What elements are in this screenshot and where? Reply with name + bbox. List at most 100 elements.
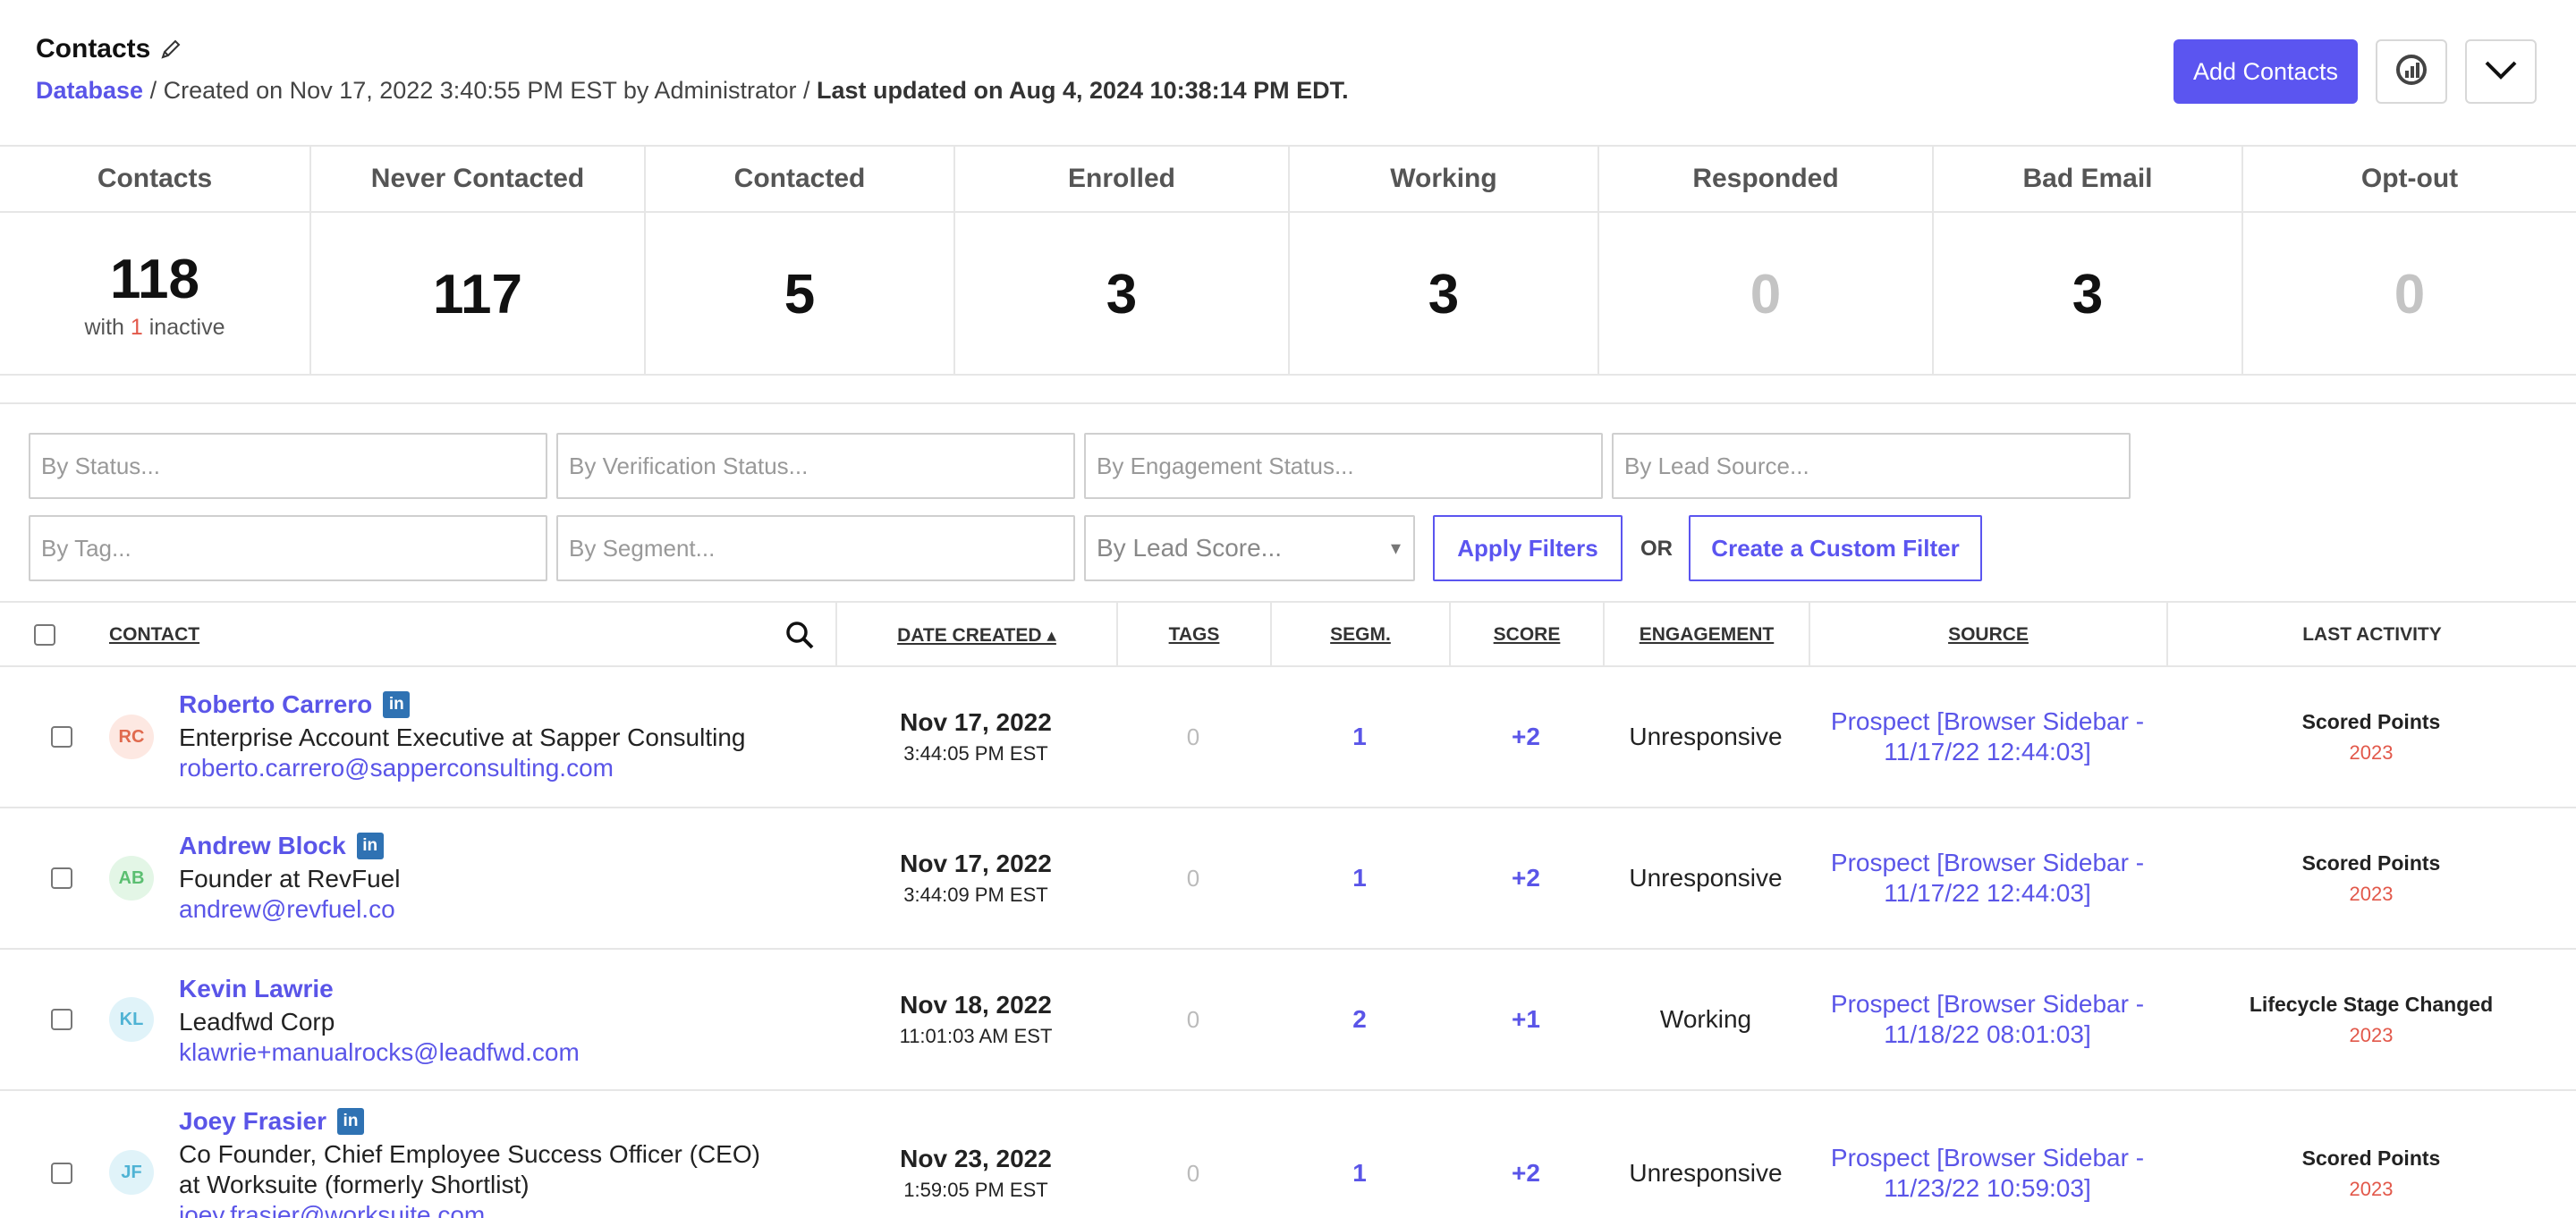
source-link[interactable]: Prospect [Browser Sidebar - 11/23/22 10:… — [1818, 1091, 2157, 1218]
column-header-source[interactable]: SOURCE — [1809, 603, 2166, 667]
stat-enrolled[interactable]: Enrolled 3 — [953, 147, 1288, 376]
tags-count: 0 — [1186, 723, 1200, 750]
pencil-icon[interactable] — [159, 38, 182, 61]
linkedin-icon[interactable]: in — [337, 1108, 364, 1135]
page-header: Contacts Database / Created on Nov 17, 2… — [0, 0, 2576, 145]
row-checkbox[interactable] — [51, 1163, 72, 1184]
linkedin-icon[interactable]: in — [383, 691, 411, 718]
table-row[interactable]: KL Kevin Lawrie Leadfwd Corp klawrie+man… — [0, 950, 2576, 1091]
contact-name-link[interactable]: Roberto Carrero — [179, 690, 372, 719]
engagement-filter-input[interactable]: By Engagement Status... — [1084, 433, 1603, 499]
stat-value: 118 — [109, 249, 200, 310]
avatar: RC — [109, 715, 154, 759]
stats-button[interactable] — [2376, 39, 2447, 104]
contact-title: Enterprise Account Executive at Sapper C… — [179, 723, 746, 751]
apply-filters-button[interactable]: Apply Filters — [1433, 515, 1623, 581]
stat-label: Working — [1290, 147, 1597, 213]
lead-score-select[interactable]: By Lead Score... — [1084, 515, 1415, 581]
search-icon[interactable] — [784, 619, 816, 656]
engagement-status: Working — [1659, 1005, 1752, 1033]
segments-count-link[interactable]: 2 — [1270, 950, 1449, 1089]
stat-never-contacted[interactable]: Never Contacted 117 — [309, 147, 644, 376]
stat-value: 3 — [1428, 263, 1460, 326]
score-link[interactable]: +2 — [1449, 808, 1603, 948]
stat-working[interactable]: Working 3 — [1288, 147, 1597, 376]
breadcrumb-database-link[interactable]: Database — [36, 77, 143, 104]
lead-source-filter-input[interactable]: By Lead Source... — [1612, 433, 2131, 499]
source-link[interactable]: Prospect [Browser Sidebar - 11/18/22 08:… — [1818, 950, 2157, 1089]
column-contact-label: CONTACT — [109, 624, 200, 645]
stat-opt-out[interactable]: Opt-out 0 — [2241, 147, 2576, 376]
date-created-time: 3:44:05 PM EST — [903, 742, 1048, 765]
engagement-status: Unresponsive — [1629, 1159, 1783, 1187]
avatar: JF — [109, 1150, 154, 1195]
contact-email-link[interactable]: joey.frasier@worksuite.com — [179, 1200, 805, 1218]
column-header-engagement[interactable]: ENGAGEMENT — [1603, 603, 1809, 667]
contact-email-link[interactable]: klawrie+manualrocks@leadfwd.com — [179, 1037, 805, 1068]
more-actions-dropdown[interactable] — [2465, 39, 2537, 104]
avatar: AB — [109, 856, 154, 901]
score-link[interactable]: +2 — [1449, 1091, 1603, 1218]
contact-info: Kevin Lawrie Leadfwd Corp klawrie+manual… — [179, 975, 805, 1068]
column-header-date-created[interactable]: DATE CREATED ▴ — [835, 603, 1116, 667]
add-contacts-button[interactable]: Add Contacts — [2174, 39, 2358, 104]
last-activity-cell: Lifecycle Stage Changed 2023 — [2166, 950, 2576, 1089]
stat-responded[interactable]: Responded 0 — [1597, 147, 1932, 376]
verification-filter-input[interactable]: By Verification Status... — [556, 433, 1075, 499]
contact-email-link[interactable]: andrew@revfuel.co — [179, 894, 805, 925]
stat-contacted[interactable]: Contacted 5 — [644, 147, 953, 376]
contact-name-link[interactable]: Kevin Lawrie — [179, 975, 334, 1003]
page-title: Contacts — [36, 34, 182, 64]
column-header-segm[interactable]: SEGM. — [1270, 603, 1449, 667]
stat-label: Contacted — [646, 147, 953, 213]
contact-info: Joey Frasier in Co Founder, Chief Employe… — [179, 1107, 805, 1218]
chart-gauge-icon — [2394, 53, 2428, 91]
stat-value: 0 — [2394, 263, 2426, 326]
tag-filter-input[interactable]: By Tag... — [29, 515, 547, 581]
tags-count: 0 — [1186, 1005, 1200, 1033]
filter-panel: By Status... By Verification Status... B… — [0, 402, 2576, 601]
date-created-time: 1:59:05 PM EST — [903, 1179, 1048, 1201]
contact-name-link[interactable]: Joey Frasier — [179, 1107, 326, 1136]
score-link[interactable]: +2 — [1449, 667, 1603, 807]
column-header-tags[interactable]: TAGS — [1116, 603, 1270, 667]
last-activity-type: Lifecycle Stage Changed — [2249, 992, 2494, 1016]
last-activity-date: 2023 — [2349, 1023, 2394, 1046]
row-checkbox[interactable] — [51, 726, 72, 748]
select-all-checkbox[interactable] — [34, 624, 55, 646]
source-link[interactable]: Prospect [Browser Sidebar - 11/17/22 12:… — [1818, 667, 2157, 807]
column-header-score[interactable]: SCORE — [1449, 603, 1603, 667]
breadcrumb: Database / Created on Nov 17, 2022 3:40:… — [36, 77, 1349, 105]
segments-count-link[interactable]: 1 — [1270, 808, 1449, 948]
contact-name-link[interactable]: Andrew Block — [179, 832, 346, 860]
segments-count-link[interactable]: 1 — [1270, 667, 1449, 807]
last-activity-type: Scored Points — [2301, 850, 2441, 875]
row-checkbox[interactable] — [51, 867, 72, 889]
status-filter-input[interactable]: By Status... — [29, 433, 547, 499]
stat-value: 5 — [784, 263, 816, 326]
row-checkbox[interactable] — [51, 1009, 72, 1030]
source-link[interactable]: Prospect [Browser Sidebar - 11/17/22 12:… — [1818, 808, 2157, 948]
row-select-cell — [39, 667, 84, 807]
create-custom-filter-button[interactable]: Create a Custom Filter — [1689, 515, 1982, 581]
segment-filter-input[interactable]: By Segment... — [556, 515, 1075, 581]
table-row[interactable]: AB Andrew Block in Founder at RevFuel and… — [0, 808, 2576, 950]
column-header-contact[interactable]: CONTACT — [89, 603, 835, 667]
stat-contacts[interactable]: Contacts 118 with 1 inactive — [0, 147, 309, 376]
chevron-down-icon — [2483, 59, 2519, 85]
stat-label: Opt-out — [2243, 147, 2576, 213]
table-header: CONTACT DATE CREATED ▴ TAGS SEGM. SCORE … — [0, 601, 2576, 667]
table-row[interactable]: RC Roberto Carrero in Enterprise Account … — [0, 667, 2576, 808]
inactive-count[interactable]: 1 — [131, 315, 143, 340]
stat-bad-email[interactable]: Bad Email 3 — [1932, 147, 2241, 376]
score-link[interactable]: +1 — [1449, 950, 1603, 1089]
engagement-status: Unresponsive — [1629, 723, 1783, 750]
table-row[interactable]: JF Joey Frasier in Co Founder, Chief Empl… — [0, 1091, 2576, 1218]
contact-title: Leadfwd Corp — [179, 1008, 335, 1036]
segments-count-link[interactable]: 1 — [1270, 1091, 1449, 1218]
contact-email-link[interactable]: roberto.carrero@sapperconsulting.com — [179, 753, 805, 783]
linkedin-icon[interactable]: in — [356, 833, 384, 859]
date-created-cell: Nov 18, 2022 11:01:03 AM EST — [835, 950, 1116, 1089]
date-created-cell: Nov 17, 2022 3:44:09 PM EST — [835, 808, 1116, 948]
date-created-time: 11:01:03 AM EST — [899, 1025, 1053, 1047]
